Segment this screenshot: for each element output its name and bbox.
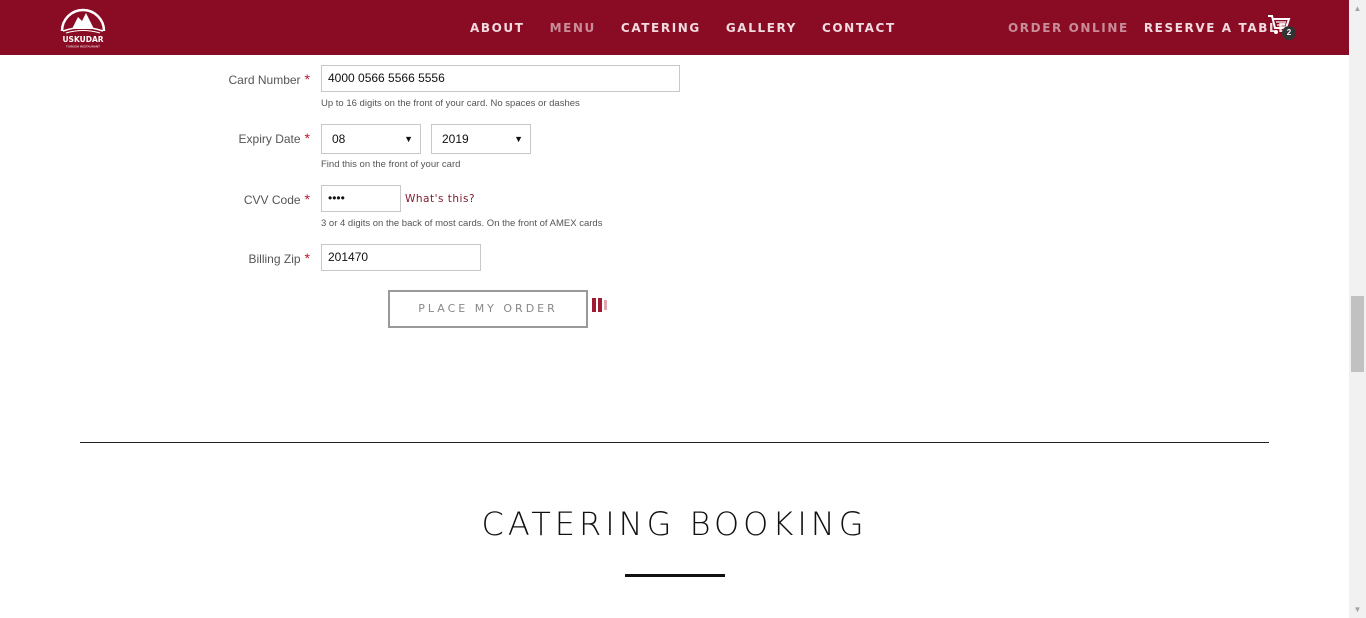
billing-zip-input[interactable]: 201470 [321, 244, 481, 271]
site-header: USKUDAR TURKISH RESTAURANT ABOUT MENU CA… [0, 0, 1349, 55]
nav-contact[interactable]: CONTACT [822, 21, 896, 35]
nav-catering[interactable]: CATERING [621, 21, 701, 35]
cvv-input[interactable]: •••• [321, 185, 401, 212]
cvv-help: 3 or 4 digits on the back of most cards.… [321, 218, 603, 229]
nav-gallery[interactable]: GALLERY [726, 21, 797, 35]
billing-zip-label: Billing Zip * [248, 250, 310, 266]
scrollbar-thumb[interactable] [1351, 296, 1364, 372]
card-number-label: Card Number * [228, 71, 310, 87]
card-number-help: Up to 16 digits on the front of your car… [321, 98, 580, 109]
cvv-whats-this-link[interactable]: What's this? [405, 193, 475, 205]
page-scrollbar[interactable]: ▲ ▼ [1349, 0, 1366, 618]
catering-booking-title: CATERING BOOKING [481, 505, 868, 543]
expiry-year-select[interactable]: 2019 ▼ [431, 124, 531, 154]
main-nav: ABOUT MENU CATERING GALLERY CONTACT [470, 0, 921, 55]
dropdown-arrow-icon: ▼ [514, 134, 523, 144]
svg-text:TURKISH RESTAURANT: TURKISH RESTAURANT [65, 45, 100, 49]
expiry-date-help: Find this on the front of your card [321, 159, 461, 170]
cart-count-badge: 2 [1282, 26, 1296, 40]
loading-spinner-icon [592, 298, 607, 312]
scroll-up-arrow-icon[interactable]: ▲ [1349, 0, 1366, 17]
cart-button[interactable]: 2 [1267, 14, 1297, 40]
place-order-button[interactable]: PLACE MY ORDER [388, 290, 588, 328]
scroll-down-arrow-icon[interactable]: ▼ [1349, 601, 1366, 618]
nav-menu[interactable]: MENU [550, 21, 596, 35]
right-nav: ORDER ONLINE RESERVE A TABLE [1008, 0, 1303, 55]
cvv-label: CVV Code * [243, 191, 310, 207]
title-underline [625, 574, 725, 577]
uskudar-logo[interactable]: USKUDAR TURKISH RESTAURANT [58, 7, 108, 49]
dropdown-arrow-icon: ▼ [404, 134, 413, 144]
expiry-date-label: Expiry Date * [238, 130, 310, 146]
card-number-input[interactable]: 4000 0566 5566 5556 [321, 65, 680, 92]
svg-text:USKUDAR: USKUDAR [62, 35, 103, 44]
section-divider [80, 442, 1269, 443]
nav-order-online[interactable]: ORDER ONLINE [1008, 21, 1129, 35]
expiry-month-select[interactable]: 08 ▼ [321, 124, 421, 154]
nav-about[interactable]: ABOUT [470, 21, 525, 35]
